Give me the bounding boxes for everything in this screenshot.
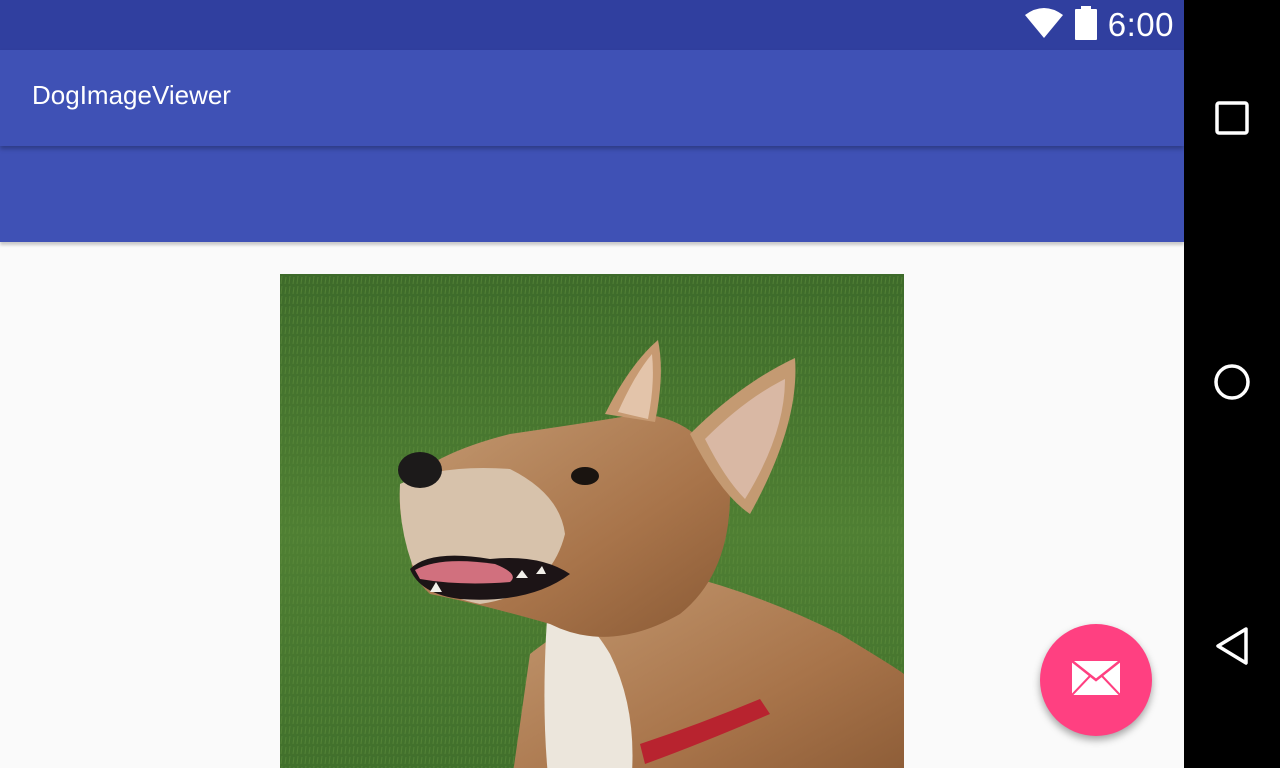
- app-screen: 6:00 DogImageViewer: [0, 0, 1184, 768]
- home-icon: [1213, 363, 1251, 405]
- battery-icon: [1074, 6, 1098, 44]
- status-bar: 6:00: [0, 0, 1184, 50]
- navigation-bar: [1184, 0, 1280, 768]
- app-bar: DogImageViewer: [0, 50, 1184, 146]
- status-icons: 6:00: [1024, 0, 1174, 50]
- dog-image: [280, 274, 904, 768]
- back-button[interactable]: [1202, 618, 1262, 678]
- status-time: 6:00: [1107, 6, 1174, 43]
- recents-button[interactable]: [1202, 90, 1262, 150]
- app-bar-extension: [0, 146, 1184, 242]
- email-fab[interactable]: [1040, 624, 1152, 736]
- mail-icon: [1071, 660, 1121, 700]
- app-title: DogImageViewer: [32, 80, 231, 110]
- wifi-icon: [1024, 7, 1064, 43]
- back-icon: [1214, 626, 1250, 670]
- home-button[interactable]: [1202, 354, 1262, 414]
- content-area: [0, 242, 1184, 768]
- recents-icon: [1215, 101, 1249, 139]
